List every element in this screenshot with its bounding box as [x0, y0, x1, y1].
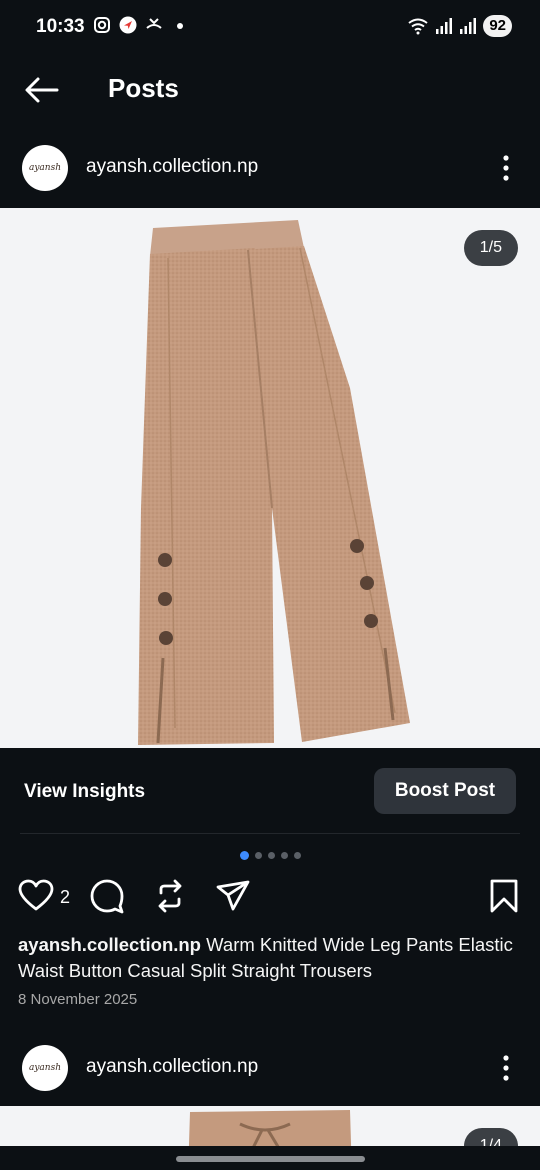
avatar-logo-text: ayansh	[28, 1063, 62, 1073]
bookmark-icon[interactable]	[486, 878, 522, 914]
next-post-header: ayansh ayansh.collection.np	[0, 1037, 540, 1099]
insights-row: View Insights Boost Post	[0, 748, 540, 834]
post-username[interactable]: ayansh.collection.np	[86, 156, 258, 178]
carousel-dots	[240, 851, 301, 860]
system-nav-bar	[0, 1146, 540, 1170]
image-counter-badge: 1/5	[463, 230, 518, 266]
product-image-pants	[138, 220, 410, 745]
boost-post-button[interactable]: Boost Post	[374, 768, 516, 814]
post-username[interactable]: ayansh.collection.np	[86, 1056, 258, 1078]
battery-indicator: 92	[483, 15, 512, 37]
home-indicator[interactable]	[176, 1156, 365, 1162]
more-options-icon[interactable]	[496, 150, 516, 186]
dot-icon	[177, 23, 183, 29]
caption-username[interactable]: ayansh.collection.np	[18, 934, 201, 955]
signal-icon	[460, 18, 477, 34]
post-caption: ayansh.collection.np Warm Knitted Wide L…	[18, 932, 528, 984]
avatar[interactable]: ayansh	[22, 145, 68, 191]
avatar[interactable]: ayansh	[22, 1045, 68, 1091]
carousel-dot	[281, 852, 288, 859]
back-arrow-icon[interactable]	[24, 72, 60, 108]
carousel-dot	[268, 852, 275, 859]
carousel-dot	[294, 852, 301, 859]
heart-icon[interactable]	[18, 878, 54, 914]
post-date: 8 November 2025	[18, 991, 138, 1008]
carousel-dot-active	[240, 851, 249, 860]
location-arrow-icon	[119, 16, 137, 34]
instagram-icon	[94, 17, 110, 33]
post-image[interactable]: 1/5	[0, 208, 540, 748]
carousel-dot	[255, 852, 262, 859]
share-icon[interactable]	[215, 878, 251, 914]
like-count[interactable]: 2	[60, 887, 70, 908]
post-header: ayansh ayansh.collection.np	[0, 137, 540, 199]
comment-icon[interactable]	[89, 878, 125, 914]
app-header: Posts	[0, 56, 540, 122]
signal-icon	[436, 18, 453, 34]
status-time: 10:33	[36, 16, 85, 37]
wifi-icon	[408, 18, 428, 35]
post-action-bar: 2	[0, 878, 540, 920]
repost-icon[interactable]	[152, 878, 188, 914]
status-bar: 10:33 92	[0, 0, 540, 56]
missed-call-icon	[146, 18, 162, 29]
view-insights-link[interactable]: View Insights	[24, 781, 145, 803]
page-title: Posts	[108, 73, 179, 103]
divider	[20, 833, 520, 834]
more-options-icon[interactable]	[496, 1050, 516, 1086]
avatar-logo-text: ayansh	[28, 163, 62, 173]
